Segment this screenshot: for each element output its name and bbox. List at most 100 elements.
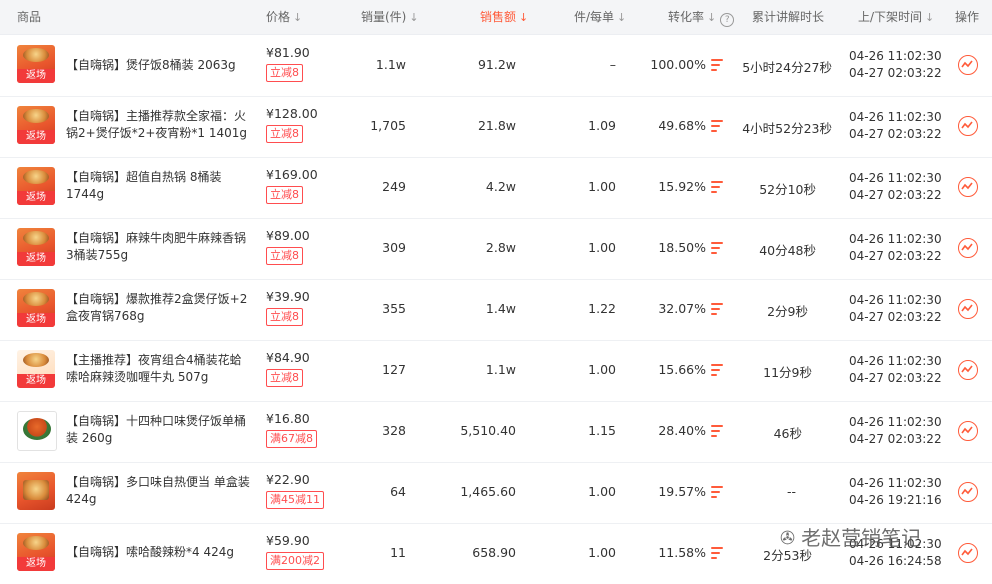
- discount-badge: 立减8: [266, 247, 303, 265]
- explain-duration: 52分10秒: [759, 182, 816, 197]
- on-shelf-time: 04-26 11:02:30: [849, 171, 942, 185]
- trend-chart-icon[interactable]: [958, 482, 978, 502]
- product-price: ¥59.90: [266, 533, 310, 548]
- bars-icon: [711, 486, 723, 498]
- off-shelf-time: 04-27 02:03:22: [849, 127, 942, 141]
- col-sales-qty[interactable]: 销量(件) ↓: [361, 0, 419, 34]
- trend-chart-icon[interactable]: [958, 55, 978, 75]
- product-name[interactable]: 【自嗨锅】超值自热锅 8桶装 1744g: [66, 169, 252, 203]
- sales-amount: 1.4w: [485, 301, 516, 316]
- food-image-icon: [23, 170, 49, 184]
- explain-duration: --: [786, 484, 796, 499]
- product-name[interactable]: 【自嗨锅】主播推荐款全家福：火锅2+煲仔饭*2+夜宵粉*1 1401g: [66, 108, 252, 142]
- col-conversion[interactable]: 转化率 ↓?: [668, 0, 735, 35]
- product-name[interactable]: 【自嗨锅】爆款推荐2盒煲仔饭+2盒夜宵锅768g: [66, 291, 252, 325]
- product-name[interactable]: 【自嗨锅】嗦哈酸辣粉*4 424g: [66, 544, 252, 561]
- trend-chart-icon[interactable]: [958, 299, 978, 319]
- return-tag: 返场: [17, 313, 55, 327]
- off-shelf-time: 04-26 16:24:58: [849, 554, 942, 568]
- product-thumbnail[interactable]: 返场: [17, 533, 55, 571]
- sales-amount: 4.2w: [485, 179, 516, 194]
- trend-chart-icon[interactable]: [958, 238, 978, 258]
- product-price: ¥169.00: [266, 167, 318, 182]
- explain-duration: 2分9秒: [767, 304, 808, 319]
- product-thumbnail[interactable]: 返场: [17, 106, 55, 144]
- product-thumbnail[interactable]: 返场: [17, 228, 55, 266]
- col-shelf-time[interactable]: 上/下架时间 ↓: [858, 0, 934, 34]
- on-shelf-time: 04-26 11:02:30: [849, 49, 942, 63]
- product-name[interactable]: 【自嗨锅】煲仔饭8桶装 2063g: [66, 57, 252, 74]
- bars-icon: [711, 364, 723, 376]
- off-shelf-time: 04-27 02:03:22: [849, 66, 942, 80]
- product-price: ¥81.90: [266, 45, 310, 60]
- discount-badge: 立减8: [266, 369, 303, 387]
- table-row: 【自嗨锅】多口味自热便当 单盒装424g ¥22.90 满45减11 64 1,…: [0, 462, 992, 524]
- trend-chart-icon[interactable]: [958, 543, 978, 563]
- product-name[interactable]: 【自嗨锅】麻辣牛肉肥牛麻辣香锅3桶装755g: [66, 230, 252, 264]
- product-thumbnail[interactable]: 返场: [17, 45, 55, 83]
- food-image-icon: [23, 231, 49, 245]
- trend-chart-icon[interactable]: [958, 116, 978, 136]
- sort-arrow-icon[interactable]: ↓: [519, 1, 528, 35]
- on-shelf-time: 04-26 11:02:30: [849, 476, 942, 490]
- product-name[interactable]: 【自嗨锅】多口味自热便当 单盒装424g: [66, 474, 252, 508]
- bars-icon: [711, 242, 723, 254]
- shelf-times: 04-26 11:02:30 04-27 02:03:22: [849, 170, 942, 204]
- discount-badge: 满67减8: [266, 430, 317, 448]
- product-price: ¥89.00: [266, 228, 310, 243]
- per-order: 1.00: [588, 362, 616, 377]
- conversion-rate: 19.57%: [658, 484, 706, 499]
- sales-amount: 21.8w: [477, 118, 516, 133]
- sales-qty: 1.1w: [375, 57, 406, 72]
- col-sales-amount[interactable]: 销售额 ↓: [480, 0, 528, 34]
- table-row: 返场 【自嗨锅】超值自热锅 8桶装 1744g ¥169.00 立减8 249 …: [0, 157, 992, 219]
- product-thumbnail[interactable]: 返场: [17, 289, 55, 327]
- product-name[interactable]: 【自嗨锅】十四种口味煲仔饭单桶装 260g: [66, 413, 252, 447]
- sort-arrow-icon[interactable]: ↓: [617, 1, 626, 35]
- sort-arrow-icon[interactable]: ↓: [925, 1, 934, 35]
- question-circle-icon[interactable]: ?: [720, 13, 735, 27]
- sales-qty: 64: [390, 484, 406, 499]
- shelf-times: 04-26 11:02:30 04-27 02:03:22: [849, 414, 942, 448]
- table-row: 返场 【自嗨锅】麻辣牛肉肥牛麻辣香锅3桶装755g ¥89.00 立减8 309…: [0, 218, 992, 280]
- on-shelf-time: 04-26 11:02:30: [849, 232, 942, 246]
- explain-duration: 5小时24分27秒: [742, 60, 832, 75]
- sort-arrow-icon[interactable]: ↓: [293, 1, 302, 35]
- bars-icon: [711, 120, 723, 132]
- on-shelf-time: 04-26 11:02:30: [849, 293, 942, 307]
- conversion-rate: 32.07%: [658, 301, 706, 316]
- product-thumbnail[interactable]: 返场: [17, 350, 55, 388]
- sort-arrow-icon[interactable]: ↓: [409, 1, 418, 35]
- food-image-icon: [23, 536, 49, 550]
- bars-icon: [711, 59, 723, 71]
- sales-amount: 2.8w: [485, 240, 516, 255]
- discount-badge: 立减8: [266, 308, 303, 326]
- conversion-rate: 28.40%: [658, 423, 706, 438]
- product-thumbnail[interactable]: 返场: [17, 167, 55, 205]
- table-row: 返场 【自嗨锅】爆款推荐2盒煲仔饭+2盒夜宵锅768g ¥39.90 立减8 3…: [0, 279, 992, 341]
- off-shelf-time: 04-27 02:03:22: [849, 310, 942, 324]
- bars-icon: [711, 547, 723, 559]
- product-thumbnail[interactable]: [17, 472, 55, 510]
- off-shelf-time: 04-27 02:03:22: [849, 188, 942, 202]
- sales-amount: 658.90: [472, 545, 516, 560]
- per-order: 1.00: [588, 240, 616, 255]
- discount-badge: 满45减11: [266, 491, 324, 509]
- per-order: 1.00: [588, 179, 616, 194]
- product-thumbnail[interactable]: [17, 411, 57, 451]
- trend-chart-icon[interactable]: [958, 421, 978, 441]
- table-row: 【自嗨锅】十四种口味煲仔饭单桶装 260g ¥16.80 满67减8 328 5…: [0, 401, 992, 463]
- trend-chart-icon[interactable]: [958, 360, 978, 380]
- per-order: 1.15: [588, 423, 616, 438]
- col-explain-time: 累计讲解时长: [752, 10, 825, 24]
- sales-qty: 127: [382, 362, 406, 377]
- col-price[interactable]: 价格 ↓: [266, 0, 302, 34]
- trend-chart-icon[interactable]: [958, 177, 978, 197]
- col-per-order[interactable]: 件/每单 ↓: [574, 0, 626, 34]
- sales-amount: 91.2w: [477, 57, 516, 72]
- product-name[interactable]: 【主播推荐】夜宵组合4桶装花蛤嗦哈麻辣烫咖喱牛丸 507g: [66, 352, 252, 386]
- product-sales-table: 商品 价格 ↓ 销量(件) ↓ 销售额 ↓ 件/每单 ↓ 转化率 ↓? 累计讲解时长 上/…: [0, 0, 992, 576]
- off-shelf-time: 04-27 02:03:22: [849, 249, 942, 263]
- shelf-times: 04-26 11:02:30 04-27 02:03:22: [849, 109, 942, 143]
- sort-arrow-icon[interactable]: ↓: [707, 1, 716, 35]
